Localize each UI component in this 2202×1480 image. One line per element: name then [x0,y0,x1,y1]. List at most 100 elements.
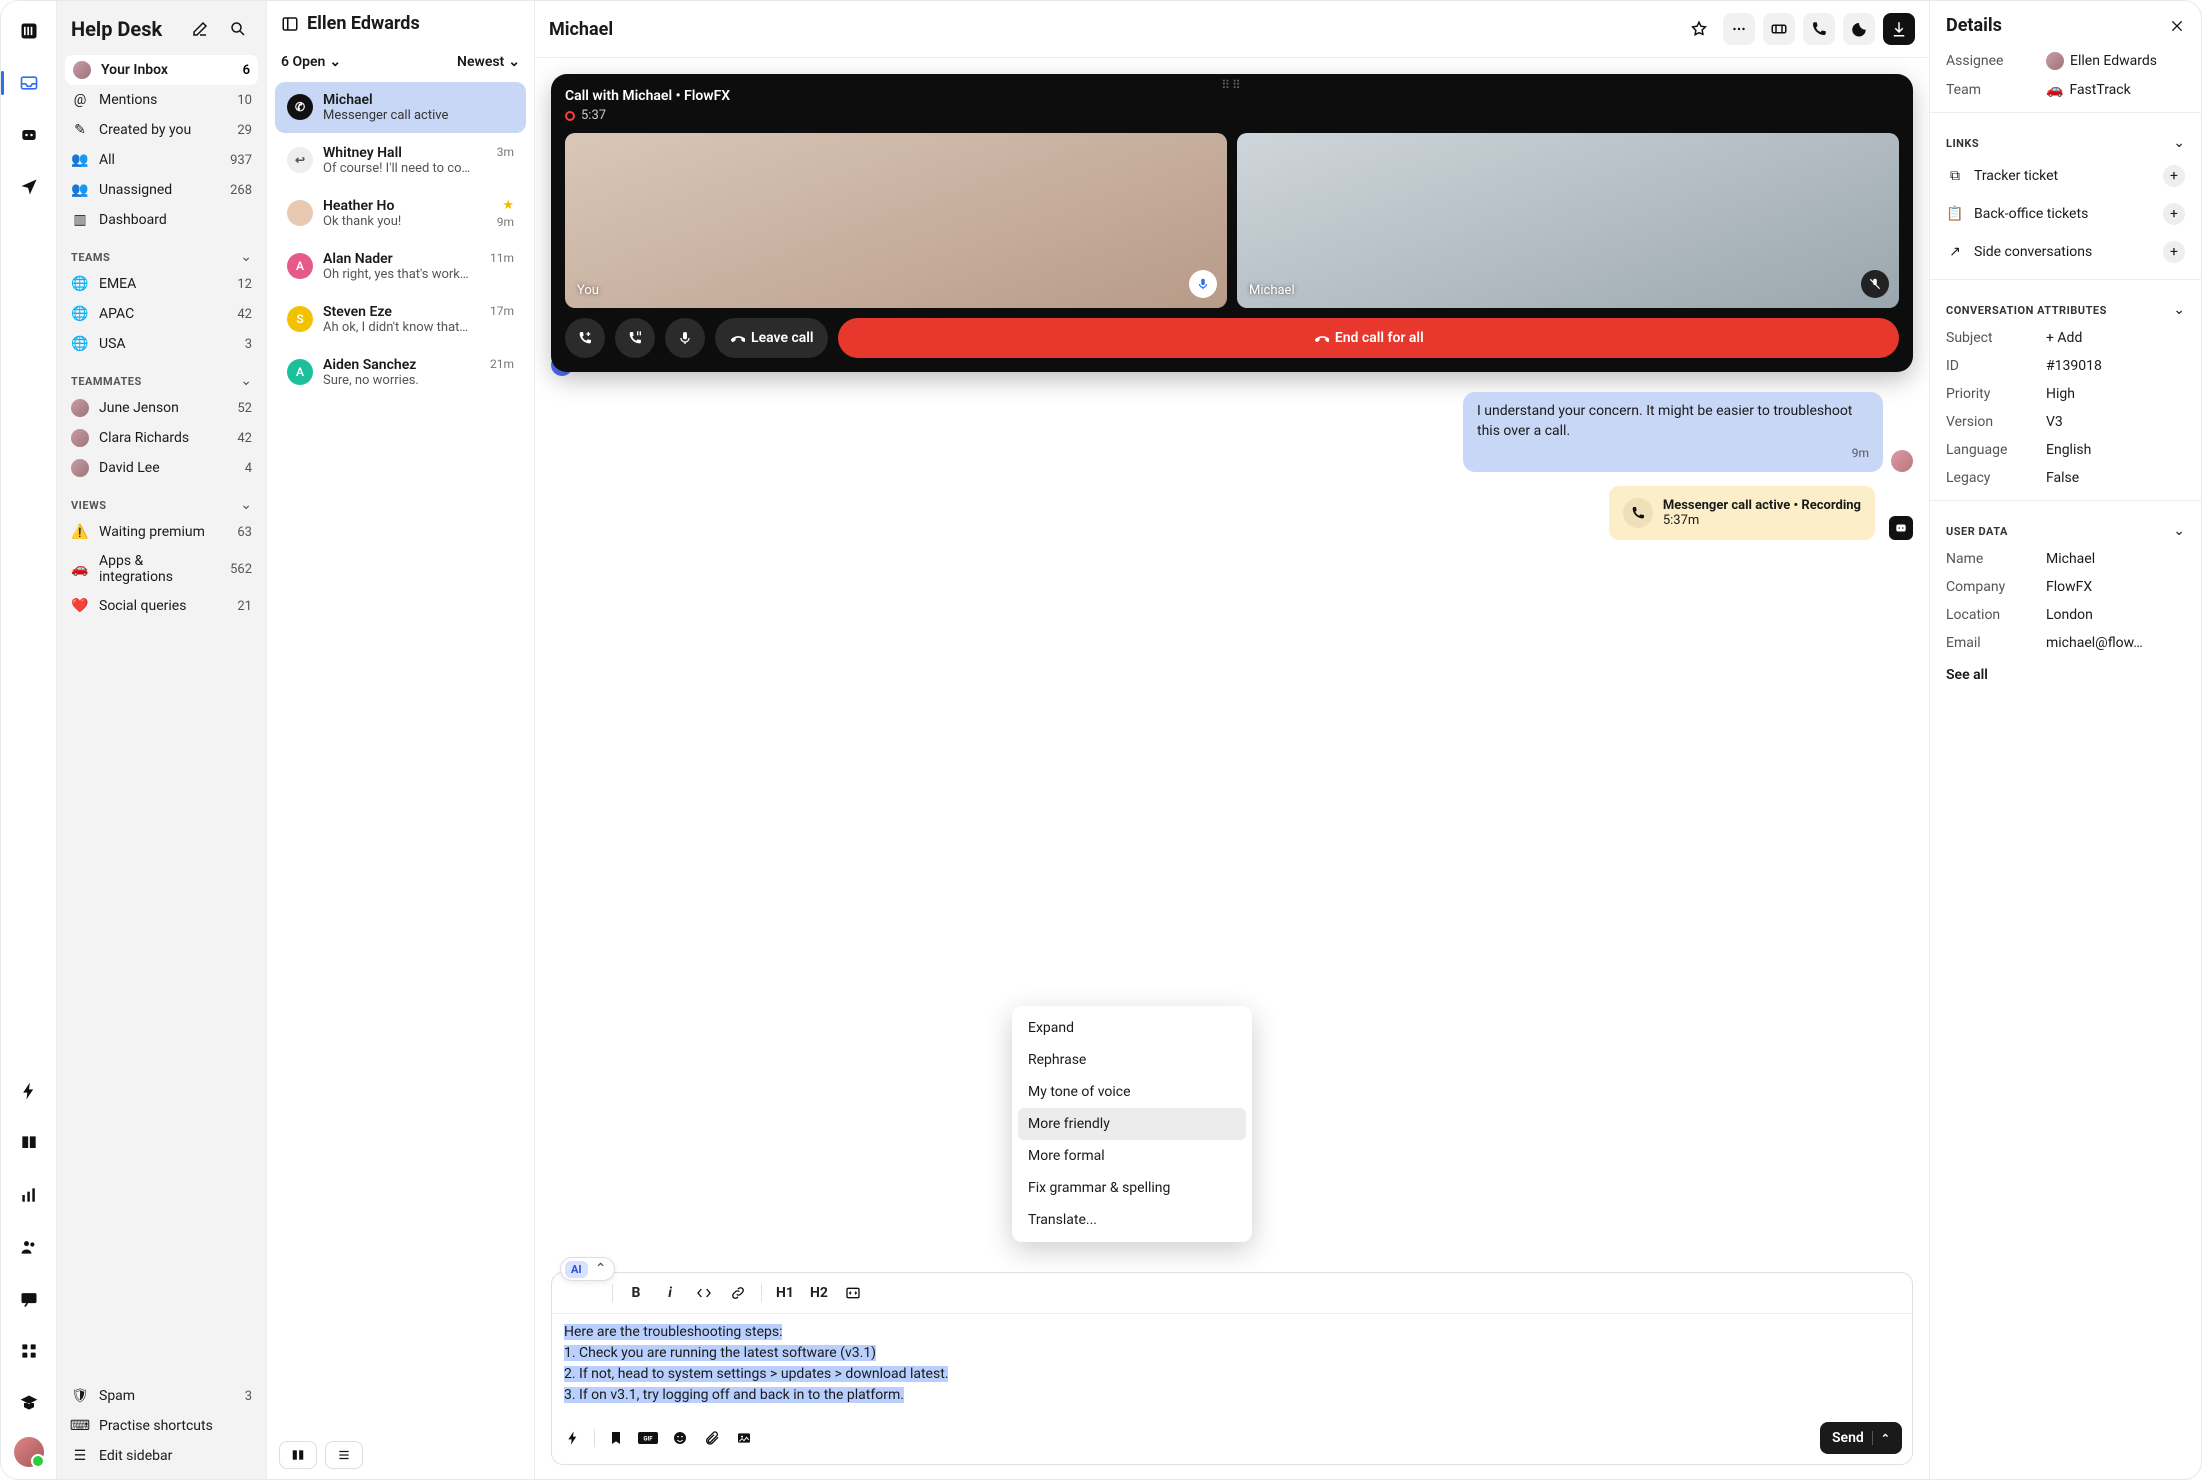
panel-toggle-icon[interactable] [281,15,299,33]
detail-row[interactable]: CompanyFlowFX [1930,573,2201,601]
sidebar-item[interactable]: ⌨Practise shortcuts [57,1411,266,1441]
conversation-item[interactable]: ↩Whitney HallOf course! I'll need to co…… [275,135,526,186]
sidebar-item[interactable]: 🌐USA3 [57,329,266,359]
sidebar-item[interactable]: ❤️Social queries21 [57,591,266,621]
add-icon[interactable]: + [2163,165,2185,187]
conversation-item[interactable]: SSteven EzeAh ok, I didn't know that…17m [275,294,526,345]
ai-option[interactable]: Translate... [1018,1204,1246,1236]
sidebar-item[interactable]: ▥Dashboard [57,205,266,235]
add-icon[interactable]: + [2163,203,2185,225]
detail-row[interactable]: LocationLondon [1930,601,2201,629]
sidebar-item[interactable]: ☰Edit sidebar [57,1441,266,1471]
sidebar-item[interactable]: ✎Created by you29 [57,115,266,145]
inbox-tray-icon[interactable] [11,65,47,101]
sidebar-item[interactable]: 👥Unassigned268 [57,175,266,205]
conversation-item[interactable]: ✆MichaelMessenger call active [275,82,526,133]
microphone-icon[interactable] [1189,270,1217,298]
end-call-button[interactable]: End call for all [838,318,1899,358]
link-button[interactable] [723,1279,753,1307]
code-button[interactable] [689,1279,719,1307]
detail-row[interactable]: NameMichael [1930,545,2201,573]
send-icon[interactable] [11,169,47,205]
sidebar-item[interactable]: Clara Richards42 [57,423,266,453]
bolt-icon[interactable] [11,1073,47,1109]
chart-icon[interactable] [11,1177,47,1213]
sidebar-item[interactable]: 🚗Apps & integrations562 [57,547,266,591]
ticket-icon[interactable] [1763,13,1795,45]
sidebar-item[interactable]: 🌐APAC42 [57,299,266,329]
h2-button[interactable]: H2 [804,1279,834,1307]
drag-handle-icon[interactable]: ⠿⠿ [1221,78,1243,92]
apps-icon[interactable] [11,1333,47,1369]
logo-icon[interactable] [11,13,47,49]
detail-row[interactable]: VersionV3 [1930,408,2201,436]
see-all-link[interactable]: See all [1930,657,2201,693]
detail-row[interactable]: Subject+ Add [1930,324,2201,352]
ai-option[interactable]: Expand [1018,1012,1246,1044]
detail-link[interactable]: ↗Side conversations+ [1930,233,2201,271]
sidebar-section-teammates[interactable]: TEAMMATES ⌄ [57,359,266,393]
sidebar-section-views[interactable]: VIEWS ⌄ [57,483,266,517]
compose-icon[interactable] [186,15,214,43]
details-section-attributes[interactable]: CONVERSATION ATTRIBUTES ⌄ [1930,288,2201,324]
h1-button[interactable]: H1 [770,1279,800,1307]
detail-team[interactable]: Team 🚗FastTrack [1930,76,2201,104]
add-icon[interactable]: + [2163,241,2185,263]
leave-call-button[interactable]: Leave call [715,318,828,358]
layout-columns-button[interactable] [279,1441,317,1469]
microphone-muted-icon[interactable] [1861,270,1889,298]
image-icon[interactable] [733,1427,755,1449]
people-icon[interactable] [11,1229,47,1265]
book-icon[interactable] [11,1125,47,1161]
academy-icon[interactable] [11,1385,47,1421]
snooze-icon[interactable] [1843,13,1875,45]
emoji-icon[interactable] [669,1427,691,1449]
search-icon[interactable] [224,15,252,43]
bookmark-icon[interactable] [605,1427,627,1449]
detail-row[interactable]: LegacyFalse [1930,464,2201,492]
add-call-button[interactable] [565,318,605,358]
detail-row[interactable]: LanguageEnglish [1930,436,2201,464]
codeblock-button[interactable] [838,1279,868,1307]
detail-row[interactable]: Emailmichael@flow… [1930,629,2201,657]
sidebar-item[interactable]: June Jenson52 [57,393,266,423]
sort-filter[interactable]: Newest ⌄ [457,54,520,70]
ai-toggle[interactable]: AI ⌃ [560,1257,615,1281]
detail-assignee[interactable]: Assignee Ellen Edwards [1930,46,2201,76]
ai-option[interactable]: Rephrase [1018,1044,1246,1076]
sidebar-item[interactable]: 🛡Spam3 [57,1381,266,1411]
more-icon[interactable] [1723,13,1755,45]
conversation-item[interactable]: AAlan NaderOh right, yes that's work…11m [275,241,526,292]
close-icon[interactable] [2169,18,2185,34]
layout-list-button[interactable] [325,1441,363,1469]
sidebar-item[interactable]: David Lee4 [57,453,266,483]
conversation-item[interactable]: AAiden SanchezSure, no worries.21m [275,347,526,398]
detail-link[interactable]: 📋Back-office tickets+ [1930,195,2201,233]
phone-icon[interactable] [1803,13,1835,45]
sidebar-item-inbox[interactable]: Your Inbox 6 [65,55,258,85]
details-section-userdata[interactable]: USER DATA ⌄ [1930,509,2201,545]
ai-option[interactable]: More friendly [1018,1108,1246,1140]
current-user-avatar[interactable] [14,1437,44,1467]
detail-link[interactable]: ⧉Tracker ticket+ [1930,157,2201,195]
sidebar-item[interactable]: 👥All937 [57,145,266,175]
close-conversation-icon[interactable] [1883,13,1915,45]
details-section-links[interactable]: LINKS ⌄ [1930,121,2201,157]
attachment-icon[interactable] [701,1427,723,1449]
detail-row[interactable]: ID#139018 [1930,352,2201,380]
star-icon[interactable] [1683,13,1715,45]
bold-button[interactable]: B [621,1279,651,1307]
send-button[interactable]: Send ⌃ [1820,1422,1902,1454]
message-icon[interactable] [11,1281,47,1317]
ai-option[interactable]: More formal [1018,1140,1246,1172]
conversation-item[interactable]: Heather HoOk thank you!★9m [275,188,526,239]
composer-textarea[interactable]: Here are the troubleshooting steps: 1. C… [552,1314,1912,1416]
sidebar-item[interactable]: 🌐EMEA12 [57,269,266,299]
detail-row[interactable]: PriorityHigh [1930,380,2201,408]
mute-button[interactable] [665,318,705,358]
sidebar-item[interactable]: ⚠️Waiting premium63 [57,517,266,547]
italic-button[interactable]: i [655,1279,685,1307]
gif-icon[interactable]: GIF [637,1427,659,1449]
open-filter[interactable]: 6 Open ⌄ [281,54,341,70]
hold-call-button[interactable] [615,318,655,358]
